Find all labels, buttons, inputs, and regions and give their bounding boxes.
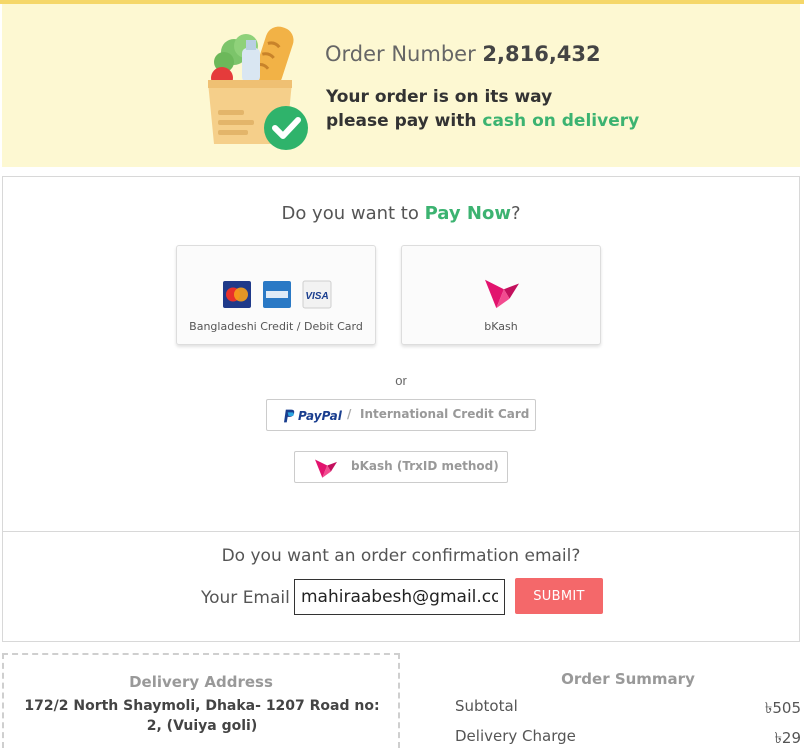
email-confirmation-question: Do you want an order confirmation email? xyxy=(221,546,581,566)
delivery-address-text: 172/2 North Shaymoli, Dhaka- 1207 Road n… xyxy=(24,698,380,734)
order-number-value: 2,816,432 xyxy=(482,42,601,66)
summary-row-amount: ৳505 xyxy=(764,699,801,717)
paypal-separator: / xyxy=(347,407,352,421)
submit-button[interactable]: SUBMIT xyxy=(515,578,603,614)
order-banner: Order Number 2,816,432 Your order is on … xyxy=(2,4,800,167)
summary-row-amount: ৳29 xyxy=(774,729,801,747)
pay-now-question: Do you want to Pay Now? xyxy=(3,203,799,224)
bkash-trxid-button[interactable]: bKash (TrxID method) xyxy=(294,451,508,483)
card-payment-option[interactable]: VISA Bangladeshi Credit / Debit Card xyxy=(176,245,376,345)
paypal-international-card-button[interactable]: PayPal / International Credit Card xyxy=(266,399,536,431)
bkash-option-label: bKash xyxy=(484,320,518,333)
pay-now-highlight: Pay Now xyxy=(424,203,511,224)
bkash-payment-option[interactable]: bKash xyxy=(401,245,601,345)
payment-instruction-prefix: please pay with xyxy=(326,111,477,131)
paypal-brand-text: PayPal xyxy=(298,409,342,423)
email-field[interactable] xyxy=(294,579,505,615)
cash-on-delivery-highlight: cash on delivery xyxy=(482,111,640,131)
paypal-logo-icon xyxy=(284,409,295,423)
pay-now-question-prefix: Do you want to xyxy=(281,203,419,224)
email-field-label: Your Email xyxy=(201,588,290,608)
order-summary-title: Order Summary xyxy=(561,670,695,688)
svg-text:VISA: VISA xyxy=(305,291,328,302)
summary-row-label: Delivery Charge xyxy=(455,727,576,745)
bkash-bird-icon xyxy=(485,279,519,309)
bkash-trxid-label: bKash (TrxID method) xyxy=(351,459,499,473)
order-number-line: Order Number 2,816,432 xyxy=(325,42,601,66)
summary-row-label: Subtotal xyxy=(455,697,518,715)
bkash-bird-small-icon xyxy=(315,459,337,478)
delivery-address-title: Delivery Address xyxy=(129,673,273,691)
delivery-address-panel: Delivery Address 172/2 North Shaymoli, D… xyxy=(2,653,400,748)
or-divider-text: or xyxy=(395,373,407,388)
order-number-label: Order Number xyxy=(325,42,476,66)
summary-row-subtotal: Subtotal ৳505 xyxy=(455,697,801,717)
payment-instruction-line: please pay with cash on delivery xyxy=(326,111,639,131)
international-card-label: International Credit Card xyxy=(360,407,530,421)
card-option-label: Bangladeshi Credit / Debit Card xyxy=(189,320,363,333)
order-status-line: Your order is on its way xyxy=(326,87,553,107)
grocery-bag-icon xyxy=(208,26,308,150)
pay-now-question-suffix: ? xyxy=(510,203,521,224)
pay-now-section: Do you want to Pay Now? VISA Bangladeshi… xyxy=(2,176,800,532)
card-logos-icon: VISA xyxy=(223,280,332,309)
summary-row-delivery-charge: Delivery Charge ৳29 xyxy=(455,727,801,747)
email-confirmation-section: Do you want an order confirmation email?… xyxy=(2,531,800,642)
